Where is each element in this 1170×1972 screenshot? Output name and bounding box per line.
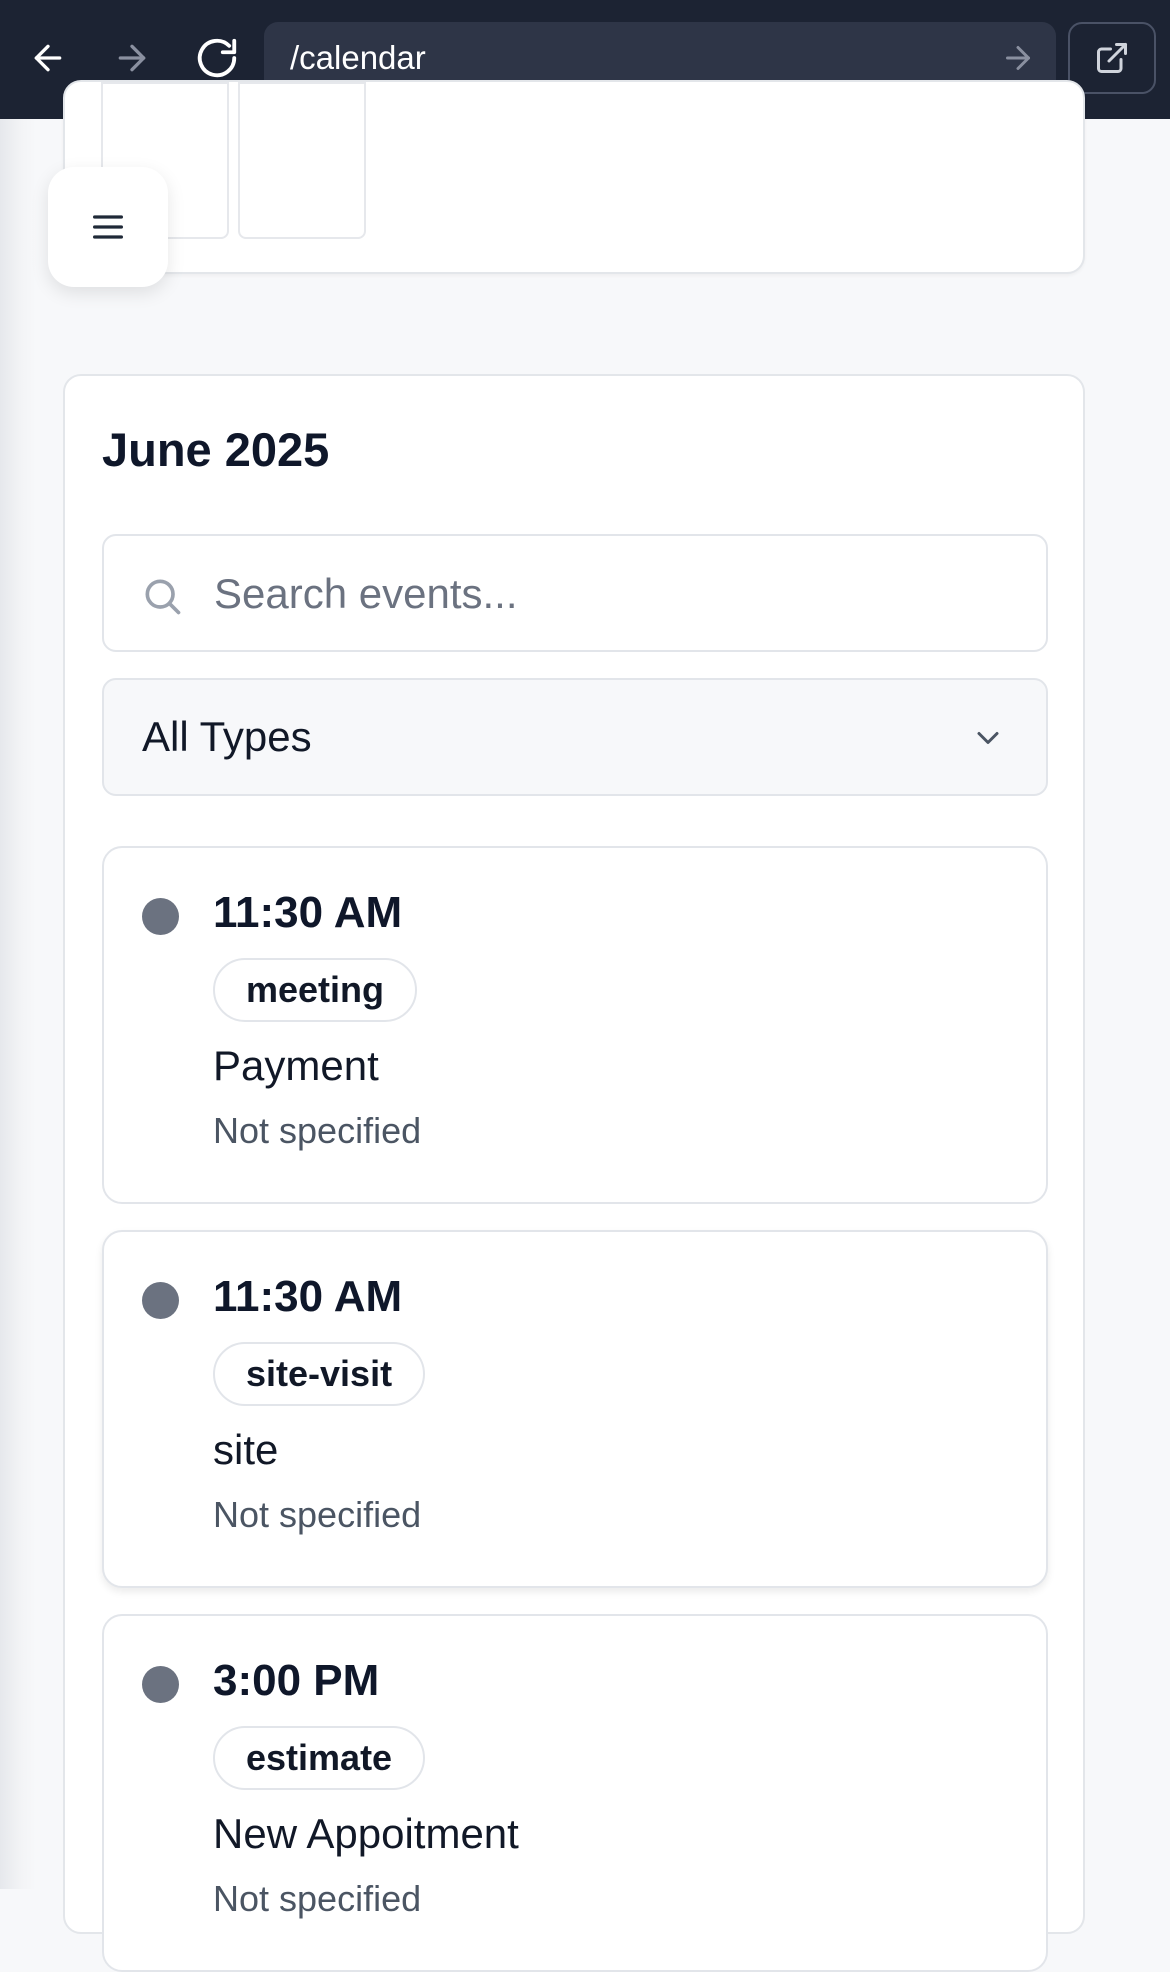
search-field[interactable]	[102, 534, 1048, 652]
event-title: Payment	[213, 1042, 379, 1089]
event-type-badge: meeting	[213, 958, 418, 1022]
back-arrow-icon	[34, 44, 62, 72]
month-title: June 2025	[102, 423, 330, 476]
event-title: site	[213, 1426, 279, 1473]
event-type-selected: All Types	[142, 713, 312, 760]
event-status-dot	[142, 1666, 179, 1703]
event-type-badge: site-visit	[213, 1342, 426, 1406]
external-link-icon	[1097, 43, 1127, 73]
hamburger-menu-icon	[93, 215, 124, 239]
menu-button[interactable]	[48, 167, 168, 287]
calendar-day-cell[interactable]	[238, 82, 366, 239]
event-title: New Appoitment	[213, 1810, 519, 1857]
search-icon	[145, 579, 181, 615]
event-card[interactable]: 11:30 AM site-visit site Not specified	[102, 1230, 1048, 1588]
forward-arrow-icon	[118, 44, 146, 72]
event-location: Not specified	[213, 1494, 422, 1535]
go-arrow-icon[interactable]	[1000, 40, 1036, 76]
event-card[interactable]: 11:30 AM meeting Payment Not specified	[102, 846, 1048, 1204]
event-location: Not specified	[213, 1878, 422, 1919]
event-type-badge: estimate	[213, 1726, 426, 1790]
back-button[interactable]	[17, 27, 79, 89]
calendar-grid-card	[63, 80, 1085, 274]
open-external-button[interactable]	[1068, 22, 1156, 94]
event-type-select[interactable]: All Types	[102, 678, 1048, 796]
event-location: Not specified	[213, 1110, 422, 1151]
event-status-dot	[142, 1282, 179, 1319]
event-time: 3:00 PM	[213, 1656, 380, 1705]
event-time: 11:30 AM	[213, 888, 403, 937]
event-time: 11:30 AM	[213, 1272, 403, 1321]
left-edge-shadow	[0, 119, 36, 1889]
event-card[interactable]: 3:00 PM estimate New Appoitment Not spec…	[102, 1614, 1048, 1972]
search-input[interactable]	[212, 536, 1016, 652]
chevron-down-icon	[977, 732, 999, 744]
event-status-dot	[142, 898, 179, 935]
reload-icon	[197, 38, 237, 78]
events-panel: June 2025 All Types 11:30 AM meeting Pay…	[63, 374, 1085, 1972]
